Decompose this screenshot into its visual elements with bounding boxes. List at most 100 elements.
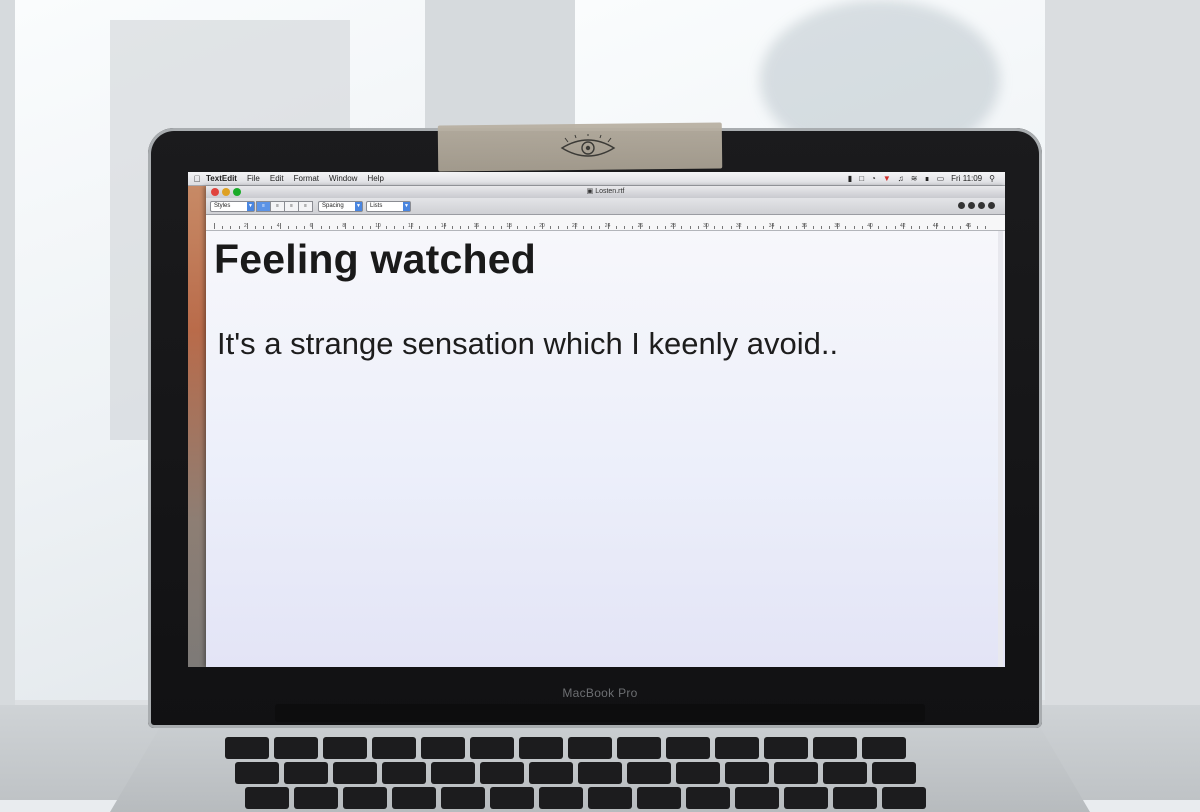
ruler-number: 42 bbox=[900, 223, 906, 229]
menu-window[interactable]: Window bbox=[329, 174, 357, 183]
keyboard-key bbox=[372, 737, 416, 759]
ruler-number: 26 bbox=[637, 223, 644, 229]
chevron-down-icon: ▼ bbox=[355, 202, 362, 211]
ruler-number: 28 bbox=[670, 223, 676, 229]
document-icon: ▣ bbox=[586, 188, 596, 195]
format-toolbar: Styles ▼ ≡ ≡ ≡ ≡ Spacing ▼ Lists ▼ bbox=[206, 198, 1005, 215]
keyboard-key bbox=[774, 762, 818, 784]
laptop-screen:  TextEdit File Edit Format Window Help … bbox=[188, 172, 1005, 667]
previous-icon[interactable] bbox=[978, 202, 985, 209]
ruler-number: 40 bbox=[867, 223, 873, 229]
ruler-tick bbox=[353, 226, 355, 229]
ruler-number: 16 bbox=[473, 223, 480, 229]
lists-popup[interactable]: Lists ▼ bbox=[366, 201, 411, 212]
ruler-tick bbox=[271, 226, 273, 229]
ruler-tick bbox=[517, 226, 519, 229]
ruler-number: 22 bbox=[572, 223, 578, 229]
keyboard-key bbox=[323, 737, 367, 759]
keyboard-row bbox=[225, 737, 906, 759]
keyboard-key bbox=[588, 787, 632, 809]
display-icon[interactable]: □ bbox=[859, 174, 864, 183]
ruler-tick bbox=[345, 223, 347, 229]
keyboard-key bbox=[431, 762, 475, 784]
align-justify-button[interactable]: ≡ bbox=[298, 201, 313, 212]
menu-bar:  TextEdit File Edit Format Window Help … bbox=[188, 172, 1005, 186]
menu-app-name[interactable]: TextEdit bbox=[206, 174, 237, 183]
keyboard-key bbox=[519, 737, 563, 759]
ruler-tick bbox=[886, 226, 888, 229]
close-button[interactable] bbox=[211, 188, 219, 196]
ruler-number: 10 bbox=[375, 223, 381, 229]
keyboard-key bbox=[735, 787, 779, 809]
ruler-tick bbox=[484, 226, 486, 229]
bluetooth-icon[interactable]: ∎ bbox=[925, 174, 930, 183]
menu-clock[interactable]: Fri 11:09 bbox=[951, 174, 982, 183]
spacing-popup[interactable]: Spacing ▼ bbox=[318, 201, 363, 212]
ruler-tick bbox=[976, 226, 978, 229]
ruler-tick bbox=[583, 226, 584, 229]
ruler-tick bbox=[312, 223, 314, 229]
apple-menu-icon[interactable]:  bbox=[188, 174, 206, 184]
keyboard-key bbox=[725, 762, 769, 784]
ruler-tick bbox=[533, 226, 535, 229]
ruler-number: 46 bbox=[965, 223, 972, 229]
ruler-tick bbox=[861, 226, 863, 229]
ruler-tick bbox=[779, 226, 781, 229]
keyboard-key bbox=[225, 737, 269, 759]
keyboard-key bbox=[784, 787, 828, 809]
menu-file[interactable]: File bbox=[247, 174, 260, 183]
ruler-tick bbox=[845, 226, 847, 229]
zoom-button[interactable] bbox=[233, 188, 241, 196]
keyboard-key bbox=[813, 737, 857, 759]
ruler-tick bbox=[747, 226, 748, 229]
text-ruler[interactable]: 2 4 6 8 10 12 14 16 18 20 22 24 26 28 30 32 34 36 38 40 42 44… bbox=[206, 215, 1005, 231]
ruler-number: 14 bbox=[440, 223, 447, 229]
menu-format[interactable]: Format bbox=[294, 174, 319, 183]
ruler-tick bbox=[730, 226, 732, 229]
document-text-area[interactable]: Feeling watched It's a strange sensation… bbox=[206, 231, 1005, 667]
ruler-tick bbox=[919, 226, 921, 229]
wifi-icon[interactable]: ≋ bbox=[911, 174, 918, 183]
keyboard-key bbox=[872, 762, 916, 784]
ruler-tick bbox=[697, 226, 699, 229]
ruler-number: 44 bbox=[932, 223, 939, 229]
ruler-tick bbox=[427, 226, 429, 229]
keyboard-key bbox=[343, 787, 387, 809]
ruler-tick bbox=[304, 226, 306, 229]
stop-icon[interactable] bbox=[988, 202, 995, 209]
minimize-button[interactable] bbox=[222, 188, 230, 196]
time-machine-icon[interactable]: ◔ bbox=[871, 174, 876, 183]
keyboard-key bbox=[284, 762, 328, 784]
align-center-button[interactable]: ≡ bbox=[270, 201, 285, 212]
window-frame-left bbox=[0, 0, 15, 720]
volume-icon[interactable]: ♫ bbox=[898, 174, 904, 183]
ruler-tick bbox=[788, 226, 789, 229]
keyboard-key bbox=[480, 762, 524, 784]
ruler-tick bbox=[952, 226, 953, 229]
menu-help[interactable]: Help bbox=[367, 174, 383, 183]
battery-icon[interactable]: ▮ bbox=[848, 174, 852, 183]
next-icon[interactable] bbox=[968, 202, 975, 209]
styles-popup[interactable]: Styles ▼ bbox=[210, 201, 255, 212]
alert-icon[interactable]: ▼ bbox=[883, 174, 891, 183]
play-icon[interactable] bbox=[958, 202, 965, 209]
keyboard-key bbox=[539, 787, 583, 809]
keyboard-key bbox=[578, 762, 622, 784]
ruler-tick bbox=[894, 226, 896, 229]
align-right-button[interactable]: ≡ bbox=[284, 201, 299, 212]
power-icon[interactable]: ▭ bbox=[937, 174, 945, 183]
ruler-number: 20 bbox=[539, 223, 545, 229]
vertical-scrollbar[interactable] bbox=[998, 231, 1003, 667]
ruler-tick bbox=[361, 226, 363, 229]
ruler-number: 4 bbox=[276, 223, 280, 229]
ruler-tick bbox=[763, 226, 765, 229]
ruler-tick bbox=[214, 223, 215, 229]
window-titlebar[interactable]: ▣ Losten.rtf bbox=[206, 186, 1005, 198]
menu-edit[interactable]: Edit bbox=[270, 174, 284, 183]
ruler-tick bbox=[820, 226, 822, 229]
spotlight-icon[interactable]: ⚲ bbox=[989, 174, 995, 183]
align-left-button[interactable]: ≡ bbox=[256, 201, 271, 212]
document-heading: Feeling watched bbox=[214, 236, 536, 282]
ruler-tick bbox=[435, 226, 437, 229]
window-frame-center bbox=[425, 0, 575, 140]
